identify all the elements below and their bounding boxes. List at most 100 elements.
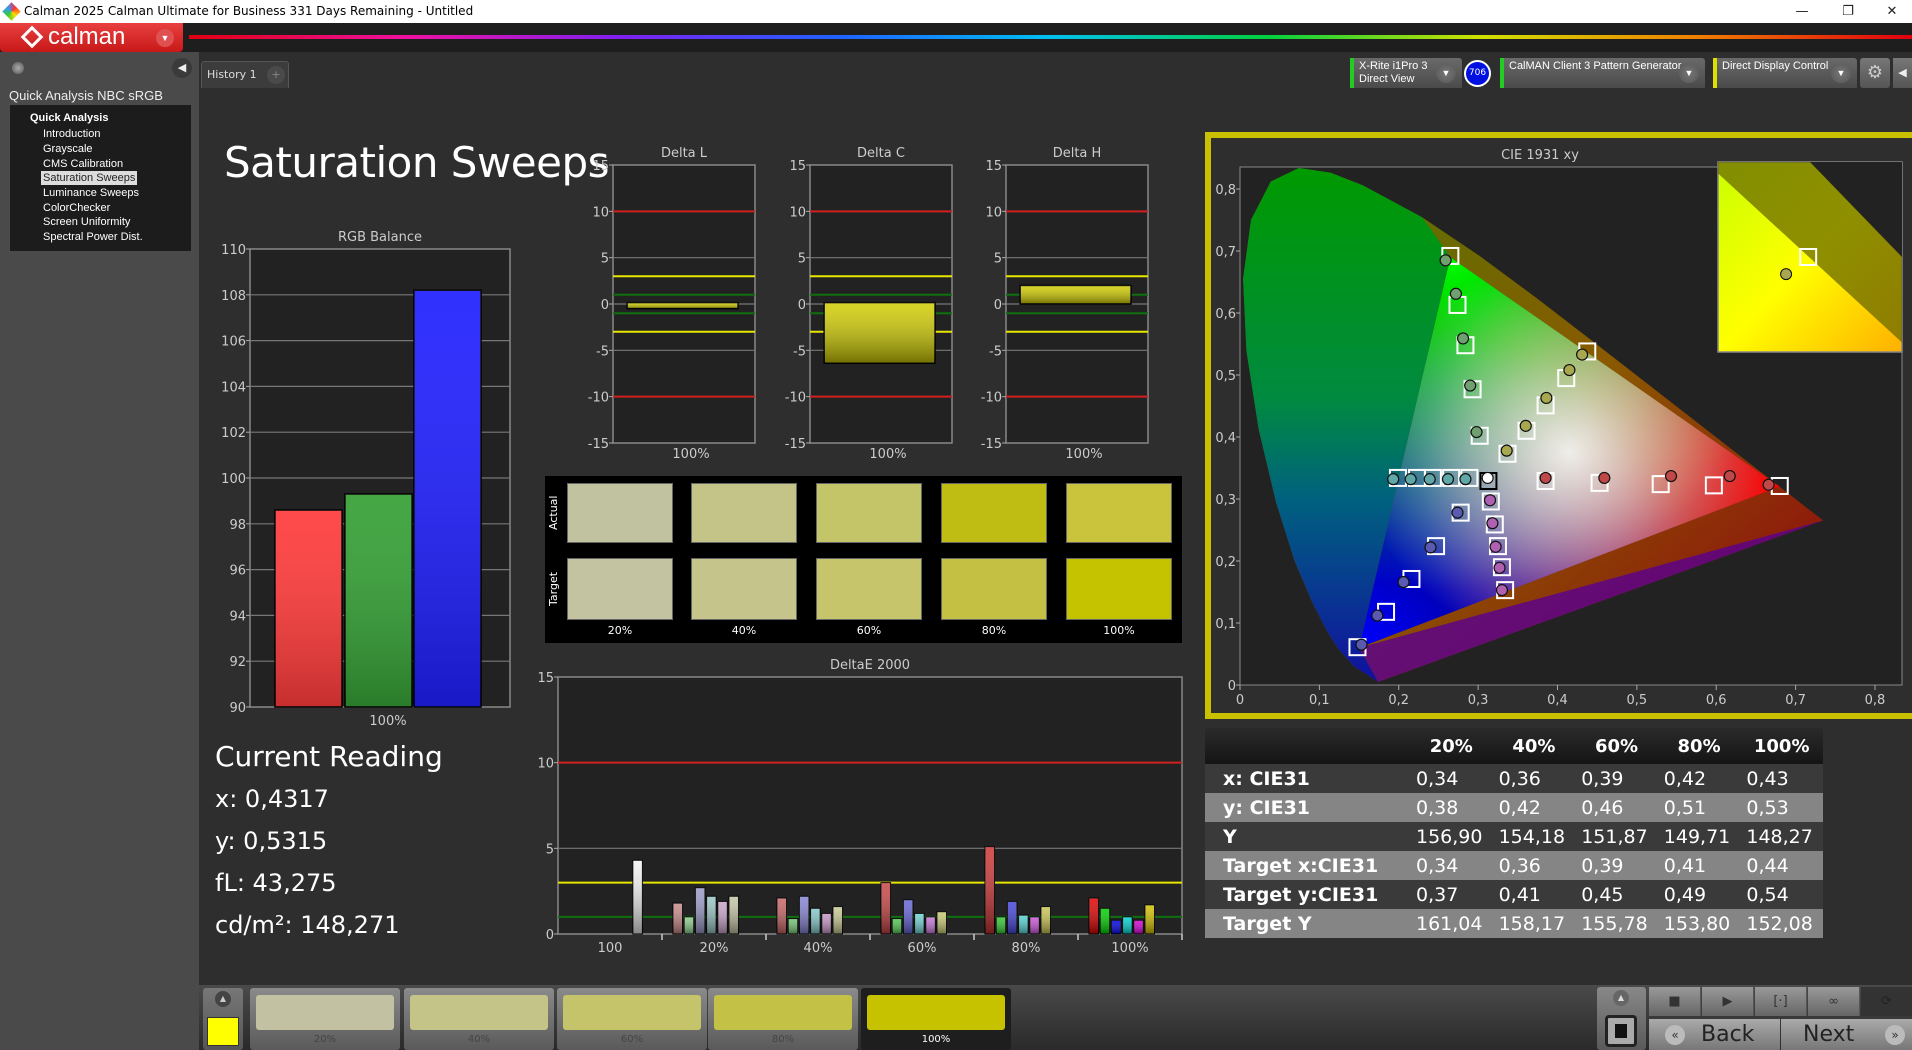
expand-up-icon[interactable]: ▲ <box>215 991 231 1007</box>
deltae-2000-chart: DeltaE 2000 15 10 5 0 100 20% 40% 60% 80% 100% <box>537 658 1183 955</box>
chevron-down-icon[interactable]: ▼ <box>156 29 174 47</box>
deltae-bar-shade <box>632 860 643 934</box>
deltae-bar-shade <box>1133 920 1144 934</box>
table-cell: 161,04 <box>1410 909 1493 938</box>
sidebar-item-luminance-sweeps[interactable]: Luminance Sweeps <box>41 186 141 200</box>
y-tick-label: 5 <box>601 252 609 267</box>
measured-marker <box>1762 478 1775 491</box>
bottom-swatch-40pct[interactable]: 40% <box>404 988 554 1050</box>
y-tick-label: 5 <box>994 252 1002 267</box>
sidebar-item-introduction[interactable]: Introduction <box>41 127 102 141</box>
sidebar-item-cms-calibration[interactable]: CMS Calibration <box>41 157 125 171</box>
chart-title: Delta L <box>661 146 708 161</box>
x-tick-label: 20% <box>700 941 729 955</box>
y-tick-label: -10 <box>981 391 1002 406</box>
bottom-swatch-100pct[interactable]: 100% <box>861 988 1011 1050</box>
source-selector[interactable]: CalMAN Client 3 Pattern Generator ▼ <box>1500 58 1705 88</box>
plot-area <box>557 676 1183 935</box>
table-cell: 156,90 <box>1410 822 1493 851</box>
deltae-bar-shade <box>925 916 936 934</box>
y-tick-label: 5 <box>798 252 806 267</box>
meter-badge[interactable]: 706 <box>1464 60 1491 87</box>
stop-icon[interactable]: ■ <box>1649 987 1701 1016</box>
close-button[interactable]: ✕ <box>1872 0 1912 23</box>
swatch-percent-label: 40% <box>731 624 757 637</box>
swatch-comparison-panel: Actual Target 20% 40% 60% 80% 100% <box>545 476 1182 643</box>
back-button[interactable]: « Back <box>1649 1019 1780 1050</box>
deltae-bar-shade <box>1089 898 1099 934</box>
measured-marker <box>1495 584 1509 597</box>
measured-marker <box>1493 561 1506 574</box>
y-tick-label: 104 <box>221 380 246 395</box>
chevron-down-icon[interactable]: ▼ <box>1679 63 1699 83</box>
measured-marker <box>1404 473 1417 486</box>
y-tick-label: 92 <box>229 655 246 670</box>
play-icon[interactable]: ▶ <box>1702 987 1754 1016</box>
collapse-toolbar-button[interactable]: ◀ <box>1893 58 1912 88</box>
current-color-panel: ▲ <box>203 988 243 1050</box>
rainbow-divider <box>189 35 1912 39</box>
workflow-tree: Quick Analysis Introduction Grayscale CM… <box>10 105 191 251</box>
y-tick-label: 0,8 <box>1215 183 1236 198</box>
loop-icon[interactable]: ∞ <box>1808 987 1860 1016</box>
meter-selector[interactable]: X-Rite i1Pro 3 Direct View ▼ <box>1350 58 1462 88</box>
display-selector[interactable]: Direct Display Control ▼ <box>1713 58 1857 88</box>
x-tick-label: 0 <box>1236 693 1244 708</box>
settings-gear-icon[interactable]: ⚙ <box>1860 58 1890 88</box>
tab-history-1[interactable]: History 1 + <box>201 61 289 88</box>
y-tick-label: 10 <box>985 205 1002 220</box>
measured-marker <box>1540 391 1553 405</box>
bottom-swatch-60pct[interactable]: 60% <box>557 988 707 1050</box>
sidebar-item-grayscale[interactable]: Grayscale <box>41 142 95 156</box>
deltae-bar-shade <box>1100 908 1110 934</box>
measured-marker <box>1371 609 1384 622</box>
sidebar-item-spectral-power[interactable]: Spectral Power Dist. <box>41 230 145 244</box>
bottom-swatch-20pct[interactable]: 20% <box>250 988 400 1050</box>
y-tick-label: 0 <box>798 298 806 313</box>
minimize-button[interactable]: — <box>1782 0 1822 23</box>
next-button[interactable]: Next » <box>1781 1019 1912 1050</box>
row-label: y: CIE31 <box>1205 793 1410 822</box>
measure-icon[interactable]: [·] <box>1755 987 1807 1016</box>
refresh-icon[interactable]: ⟳ <box>1861 987 1912 1016</box>
expand-up-icon[interactable]: ▲ <box>1613 990 1629 1006</box>
bottom-swatch-color <box>410 995 548 1030</box>
y-tick-label: 100 <box>221 472 246 487</box>
tree-root[interactable]: Quick Analysis <box>30 112 108 124</box>
y-tick-label: 90 <box>229 701 246 716</box>
y-tick-label: 106 <box>221 335 246 350</box>
chevron-down-icon[interactable]: ▼ <box>1831 63 1851 83</box>
back-label: Back <box>1701 1022 1755 1047</box>
y-tick-label: 15 <box>789 159 806 174</box>
x-tick-label: 0,1 <box>1309 693 1330 708</box>
window-title: Calman 2025 Calman Ultimate for Business… <box>24 4 474 18</box>
y-tick-label: 10 <box>789 205 806 220</box>
inset-measured-marker <box>1780 268 1793 281</box>
sidebar-item-colorchecker[interactable]: ColorChecker <box>41 201 112 215</box>
collapse-sidebar-button[interactable]: ◀ <box>172 58 192 78</box>
bottom-swatch-80pct[interactable]: 80% <box>708 988 858 1050</box>
y-tick-label: 0 <box>994 298 1002 313</box>
bottom-swatch-color <box>256 995 394 1030</box>
table-cell: 0,43 <box>1740 764 1823 793</box>
sidebar-item-saturation-sweeps[interactable]: Saturation Sweeps <box>41 171 138 185</box>
stop-measure-button[interactable] <box>1605 1015 1637 1047</box>
table-cell: 0,39 <box>1575 764 1658 793</box>
deltae-bar-shade <box>799 896 809 934</box>
deltae-bar-shade <box>1111 920 1121 934</box>
y-tick-label: 0,2 <box>1215 555 1236 570</box>
sidebar-item-screen-uniformity[interactable]: Screen Uniformity <box>41 215 132 229</box>
add-tab-button[interactable]: + <box>267 66 285 84</box>
x-tick-label: 0,2 <box>1388 693 1409 708</box>
deltae-bar-shade <box>1041 906 1051 934</box>
y-tick-label: 102 <box>221 426 246 441</box>
table-row: Target y:CIE31 0,37 0,41 0,45 0,49 0,54 <box>1205 880 1823 909</box>
restore-button[interactable]: ❐ <box>1828 0 1868 23</box>
table-cell: 0,46 <box>1575 793 1658 822</box>
page-title: Saturation Sweeps <box>224 138 610 187</box>
calman-menu-button[interactable]: calman ▼ <box>0 23 183 52</box>
table-cell: 152,08 <box>1740 909 1823 938</box>
deltae-bar-shade <box>1007 901 1017 934</box>
deltae-bar-shade <box>892 918 902 934</box>
chevron-down-icon[interactable]: ▼ <box>1436 63 1456 83</box>
